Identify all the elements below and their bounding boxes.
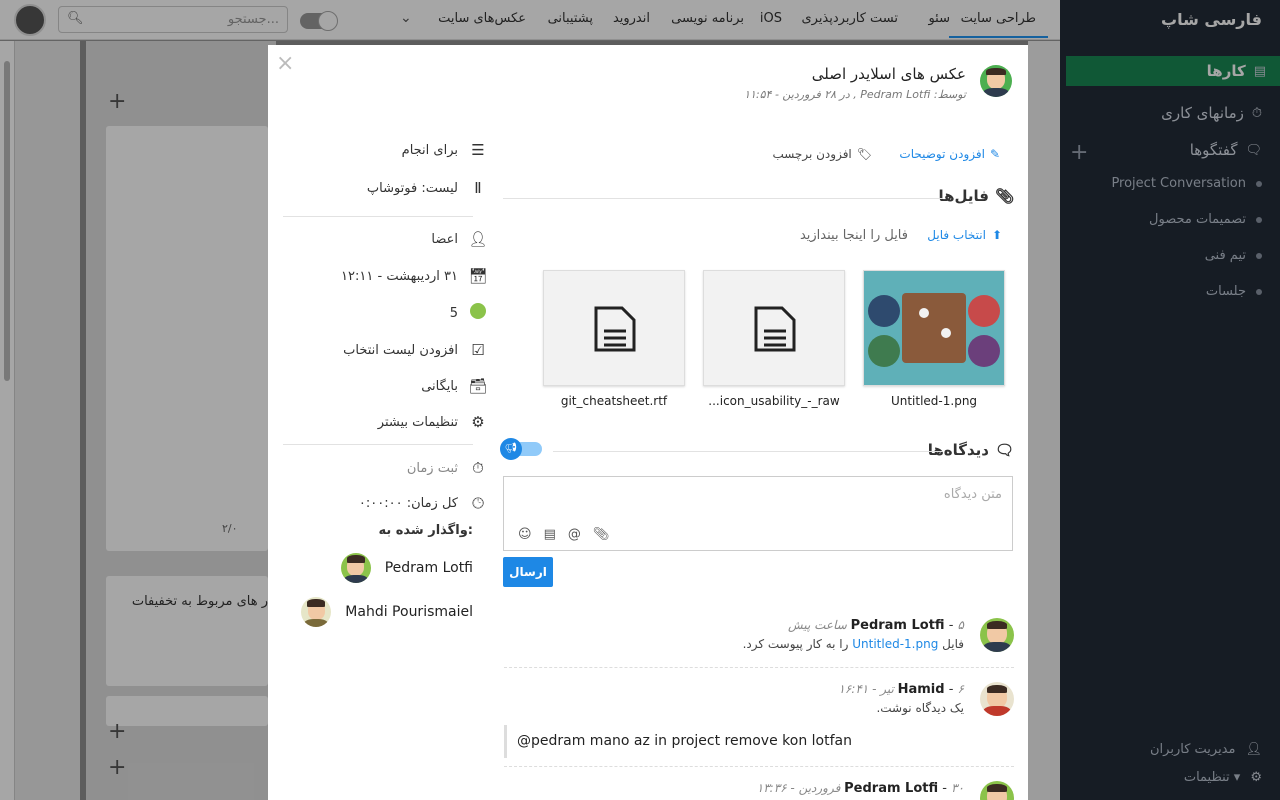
add-label-button[interactable]: افزودن برچسب 🏷︎ [772, 147, 872, 161]
status-todo[interactable]: ☰ برای انجام [402, 141, 488, 159]
choose-file-label: انتخاب فایل [927, 228, 986, 242]
attachment-icon[interactable]: 📎︎ [593, 527, 610, 542]
list-photoshop[interactable]: Ⅱ لیست: فوتوشاپ [367, 179, 488, 197]
task-meta: توسط: Pedram Lotfi , در ۲۸ فروردین - ۱۱:… [744, 88, 966, 101]
avatar [980, 781, 1014, 800]
pencil-icon: ✎ [989, 147, 1000, 161]
files-title-text: فایل‌ها [938, 187, 989, 205]
members-button[interactable]: 👤︎ اعضا [431, 230, 488, 248]
add-checklist-button[interactable]: ☑ افزودن لیست انتخاب [343, 341, 488, 359]
add-description-button[interactable]: افزودن توضیحات ✎ [899, 147, 1000, 161]
comment-author[interactable]: Hamid [898, 682, 945, 697]
file-thumbnail-document[interactable] [703, 270, 845, 386]
comment-author[interactable]: Pedram Lotfi [844, 781, 938, 796]
books-icon: Ⅱ [474, 179, 482, 197]
choose-file-button[interactable]: انتخاب فایل ⬆︎ [927, 228, 1002, 242]
mention-icon[interactable]: @ [568, 527, 581, 542]
task-title[interactable]: عکس های اسلایدر اصلی [812, 65, 966, 83]
comment-quote: @pedram mano az in project remove kon lo… [504, 725, 964, 758]
comment-text: فایل [942, 637, 964, 651]
author-avatar [980, 65, 1012, 97]
file-thumbnail-document[interactable] [543, 270, 685, 386]
close-icon[interactable]: × [276, 51, 294, 76]
sliders-icon: ☰ [471, 141, 485, 159]
divider [503, 198, 943, 199]
comment-header: Pedram Lotfi - ۵ ساعت پیش [788, 618, 964, 633]
file-thumbnail-image[interactable] [863, 270, 1005, 386]
story-points[interactable]: 5 [450, 303, 488, 323]
comment-separator [504, 766, 1014, 767]
notification-toggle[interactable]: 📢︎ [500, 438, 542, 460]
stopwatch-icon: ⏱︎ [472, 459, 484, 477]
total-time: 🕒︎ کل زمان: ۰:۰۰:۰۰ [359, 494, 488, 512]
prop-label: بایگانی [421, 378, 458, 394]
gear-icon: ⚙︎ [471, 413, 485, 431]
assigned-to-label: واگذار شده به: [378, 523, 473, 538]
megaphone-icon: 📢︎ [500, 438, 522, 460]
card-icon[interactable]: ▤ [544, 527, 556, 542]
comment-body: یک دیدگاه نوشت. [876, 701, 964, 715]
comment-placeholder: متن دیدگاه [943, 487, 1002, 502]
archive-icon: 🗃︎ [468, 377, 488, 395]
tag-icon: 🏷︎ [856, 147, 872, 161]
avatar [980, 682, 1014, 716]
comment-separator [504, 667, 1014, 668]
members-icon: 👤︎ [468, 230, 488, 248]
comments-title-text: دیدگاه‌ها [927, 441, 989, 459]
divider [283, 216, 473, 217]
log-time-button[interactable]: ⏱︎ ثبت زمان [407, 459, 488, 477]
file-name[interactable]: git_cheatsheet.rtf [543, 394, 685, 408]
comment-text: را به کار پیوست کرد. [742, 637, 849, 651]
checklist-icon: ☑ [471, 341, 485, 359]
assignee[interactable]: Mahdi Pourismaiel [301, 597, 473, 627]
avatar [301, 597, 332, 627]
calendar-icon: 📅︎ [468, 267, 488, 285]
task-detail-modal: × عکس های اسلایدر اصلی توسط: Pedram Lotf… [268, 45, 1028, 800]
file-name[interactable]: Untitled-1.png [863, 394, 1005, 408]
comment-icon: 🗨︎ [994, 441, 1014, 459]
drop-zone-text[interactable]: فایل را اینجا بیندازید [800, 228, 908, 243]
divider [553, 451, 943, 452]
add-description-label: افزودن توضیحات [899, 147, 985, 161]
due-date[interactable]: 📅︎ ۳۱ اردیبهشت - ۱۲:۱۱ [341, 267, 488, 285]
emoji-icon[interactable]: ☺ [518, 527, 532, 542]
avatar [980, 618, 1014, 652]
files-section-title: فایل‌ها 📎︎ [938, 187, 1014, 205]
assignee-name: Mahdi Pourismaiel [345, 604, 473, 620]
file-link[interactable]: Untitled-1.png [852, 637, 938, 651]
board-edge [1028, 41, 1060, 800]
send-comment-button[interactable]: ارسال [503, 557, 553, 587]
prop-label: ثبت زمان [406, 460, 458, 476]
comment-input[interactable]: متن دیدگاه ☺ ▤ @ 📎︎ [503, 476, 1013, 551]
comments-section-title: دیدگاه‌ها 🗨︎ [928, 441, 1014, 459]
archive-button[interactable]: 🗃︎ بایگانی [421, 377, 488, 395]
assignee[interactable]: Pedram Lotfi [340, 553, 473, 583]
prop-label: تنظیمات بیشتر [377, 414, 458, 430]
prop-label: ۳۱ اردیبهشت - ۱۲:۱۱ [341, 268, 458, 284]
prop-label: لیست: فوتوشاپ [366, 180, 458, 196]
paperclip-icon: 📎︎ [994, 187, 1014, 205]
avatar [340, 553, 371, 583]
upload-icon: ⬆︎ [991, 228, 1002, 242]
comment-header: Hamid - ۶ تیر - ۱۶:۴۱ [838, 682, 964, 697]
clock-icon: 🕒︎ [472, 494, 484, 512]
assignee-name: Pedram Lotfi [384, 560, 473, 576]
comment-body: فایل Untitled-1.png را به کار پیوست کرد. [743, 637, 964, 651]
prop-label: برای انجام [401, 142, 458, 158]
prop-label: افزودن لیست انتخاب [343, 342, 458, 358]
status-dot-icon [468, 303, 488, 323]
file-name[interactable]: icon_usability_-_raw... [703, 394, 845, 408]
comment-header: Pedram Lotfi - ۳۰ فروردین - ۱۳:۳۶ [756, 781, 964, 796]
prop-label: کل زمان: ۰:۰۰:۰۰ [358, 495, 458, 511]
divider [283, 444, 473, 445]
more-settings-button[interactable]: ⚙︎ تنظیمات بیشتر [378, 413, 488, 431]
prop-label: اعضا [431, 231, 458, 247]
comment-author[interactable]: Pedram Lotfi [851, 618, 945, 633]
add-label-label: افزودن برچسب [772, 147, 852, 161]
prop-label: 5 [449, 305, 458, 321]
